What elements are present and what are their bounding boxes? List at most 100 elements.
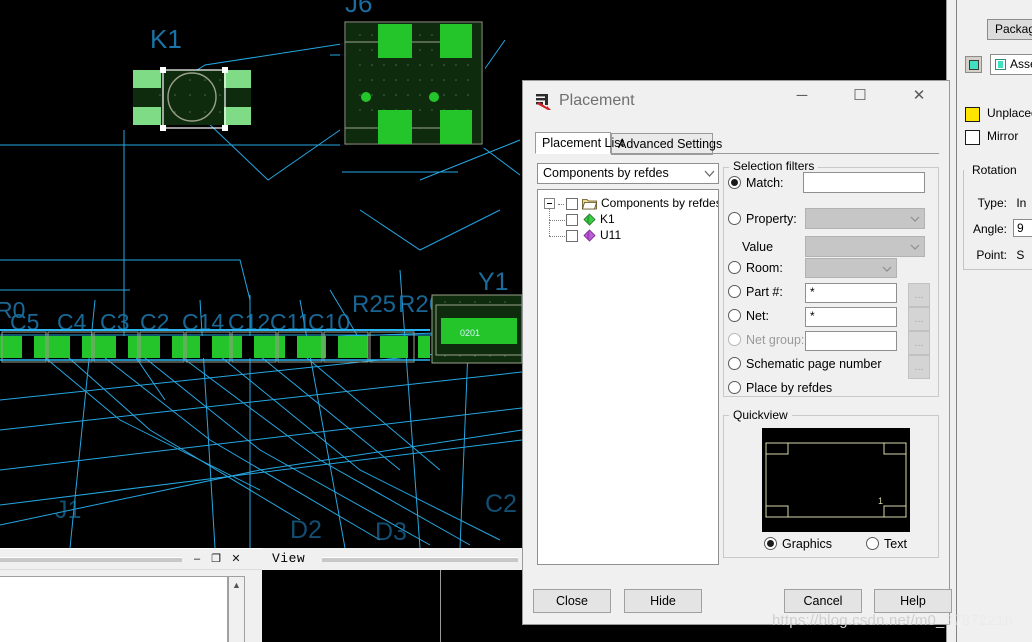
component-j6: J6 [344,0,483,145]
label-value: Value [742,240,774,254]
dialog-close-button[interactable]: ✕ [896,81,942,111]
list-mode-value: Components by refdes [543,166,669,180]
svg-text:C12: C12 [228,309,270,335]
radio-place-by-refdes[interactable] [728,381,741,394]
svg-text:C11: C11 [270,309,311,335]
quickview-drawing: 1 [762,428,910,532]
radio-match[interactable] [728,176,741,189]
chevron-down-icon [910,244,920,250]
quickview-preview[interactable]: 1 [762,428,910,532]
svg-text:J6: J6 [345,0,372,18]
svg-text:C2: C2 [485,490,517,518]
layer-color-button[interactable] [965,56,982,73]
minimized-child-window[interactable]: – ❐ ✕ ▲ [0,548,262,642]
list-mode-combo[interactable]: Components by refdes [537,163,719,184]
radio-room[interactable] [728,261,741,274]
tab-advanced-settings[interactable]: Advanced Settings [611,133,722,155]
close-button[interactable]: Close [533,589,611,613]
radio-part-number[interactable] [728,285,741,298]
match-input[interactable] [803,172,925,193]
layer-swatch-icon [995,59,1006,70]
tab-placement-list[interactable]: Placement List [535,132,624,154]
schematic-page-browse-button[interactable]: ... [908,355,930,379]
layer-combo[interactable]: Assem [990,54,1032,75]
svg-text:K1: K1 [150,24,182,54]
unplaced-label: Unplaced [987,106,1032,120]
svg-text:C4: C4 [57,309,87,335]
net-browse-button[interactable]: ... [908,307,930,331]
tree-label: U11 [600,228,622,242]
help-button[interactable]: Help [874,589,952,613]
properties-sidebar: Package Assem Unplaced Mirror Rotation T… [956,0,1032,642]
tree-checkbox[interactable] [566,198,578,210]
view-panel-grip [322,557,518,562]
titlebar-grip [0,557,182,562]
label-match: Match: [746,176,784,190]
dialog-maximize-button[interactable]: ☐ [837,81,883,111]
radio-quickview-text[interactable] [866,537,879,550]
radio-schematic-page[interactable] [728,357,741,370]
child-close-button[interactable]: ✕ [229,552,243,566]
rotation-type-value: In [1016,196,1027,210]
rotation-type-row: Type: In [971,196,1027,210]
part-number-input[interactable]: * [805,283,897,303]
dialog-titlebar[interactable]: Placement ─ ☐ ✕ [523,81,949,123]
label-net-group: Net group: [746,333,805,347]
room-combo[interactable] [805,258,897,278]
tree-connector [549,208,550,220]
cancel-button[interactable]: Cancel [784,589,862,613]
property-combo[interactable] [805,208,925,229]
pcb-drawing: J6 K1 Y1 R25 R26 R0 C5 C4 C3 C2 C14 C12 … [0,0,522,548]
rotation-type-label: Type: [977,196,1007,210]
view-panel-divider [440,570,522,642]
label-schematic-page: Schematic page number [746,357,882,371]
child-minimize-button[interactable]: – [190,552,204,566]
child-window-scrollbar[interactable]: ▲ [228,576,245,642]
radio-property[interactable] [728,212,741,225]
rotation-group-title: Rotation [969,163,1020,177]
radio-net-group [728,333,741,346]
placement-icon [536,94,551,110]
tree-checkbox[interactable] [566,230,578,242]
part-number-browse-button[interactable]: ... [908,283,930,307]
package-button[interactable]: Package [987,19,1032,40]
tree-connector [549,222,550,236]
svg-text:C10: C10 [308,309,350,335]
watermark: https://blog.csdn.net/m0_37872216 [772,612,1013,629]
value-combo[interactable] [805,236,925,257]
view-panel-canvas[interactable] [262,570,522,642]
tree-label: K1 [600,212,615,226]
radio-net[interactable] [728,309,741,322]
tree-label: Components by refdes [601,196,719,210]
child-window-client-area[interactable] [0,576,228,642]
svg-text:C14: C14 [182,309,224,335]
rotation-point-value: S [1016,248,1025,262]
rotation-angle-label: Angle: [972,222,1007,236]
tree-connector [558,204,564,205]
mirror-swatch [965,130,980,145]
hide-button[interactable]: Hide [624,589,702,613]
label-property: Property: [746,212,797,226]
component-icon [583,229,596,242]
child-window-body: ▲ [0,569,262,642]
dialog-minimize-button[interactable]: ─ [779,81,825,111]
net-input[interactable]: * [805,307,897,327]
tree-checkbox[interactable] [566,214,578,226]
component-tree[interactable]: Components by refdes K1 U11 [537,189,719,565]
svg-text:R25: R25 [352,291,396,318]
tree-connector [549,236,565,237]
rotation-angle-input[interactable]: 9 [1013,219,1032,237]
svg-text:1: 1 [878,496,883,506]
child-restore-button[interactable]: ❐ [209,552,223,566]
svg-text:C5: C5 [10,309,39,335]
net-group-browse-button: ... [908,331,930,355]
radio-quickview-graphics[interactable] [764,537,777,550]
label-quickview-graphics: Graphics [782,537,833,551]
svg-text:D3: D3 [375,518,407,546]
svg-text:Y1: Y1 [478,268,509,296]
view-panel[interactable]: View [262,548,522,642]
scroll-up-icon[interactable]: ▲ [232,580,241,590]
folder-icon [582,199,597,210]
tree-connector [549,220,565,221]
pcb-canvas[interactable]: J6 K1 Y1 R25 R26 R0 C5 C4 C3 C2 C14 C12 … [0,0,522,548]
